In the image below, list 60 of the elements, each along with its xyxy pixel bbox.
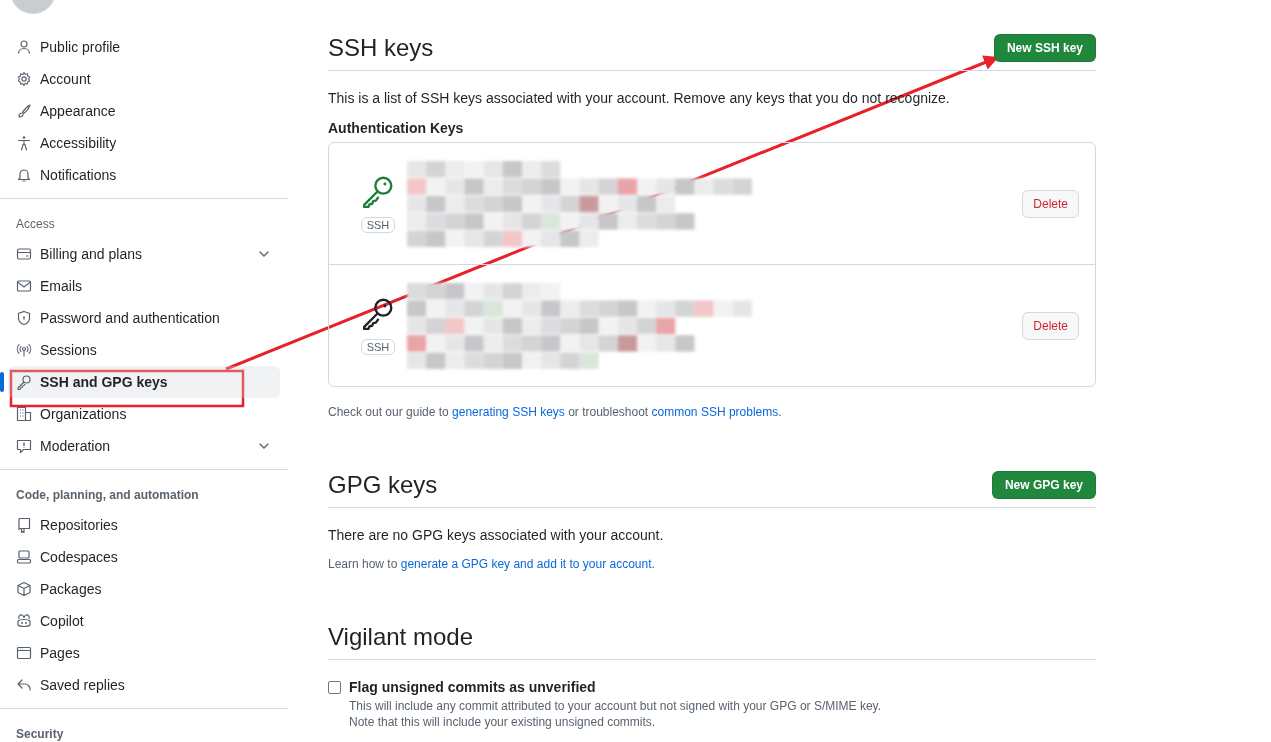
person-icon <box>16 39 32 55</box>
sidebar-item[interactable]: Account <box>8 63 280 95</box>
sidebar-item[interactable]: Password and authentication <box>8 302 280 334</box>
copilot-icon <box>16 613 32 629</box>
section-title: GPG keys <box>328 471 438 499</box>
selection-indicator <box>0 372 4 392</box>
section-title: SSH keys <box>328 34 434 62</box>
shield-icon <box>16 310 32 326</box>
sidebar-item[interactable]: Appearance <box>8 95 280 127</box>
delete-button[interactable]: Delete <box>1022 311 1079 340</box>
checkbox[interactable] <box>328 681 341 694</box>
link[interactable]: generate a GPG key and add it to your account <box>400 557 652 571</box>
reply-icon <box>16 677 32 693</box>
sidebar-item[interactable]: Organizations <box>8 398 280 430</box>
sidebar-item[interactable]: Billing and plans <box>8 238 280 270</box>
sidebar-item[interactable]: Moderation <box>8 430 280 462</box>
section-title: Vigilant mode <box>328 623 473 651</box>
section-heading: Code, planning, and automation <box>15 487 200 504</box>
broadcast-icon <box>16 342 32 358</box>
sidebar-item[interactable]: Emails <box>8 270 280 302</box>
building-icon <box>16 406 32 422</box>
new-ssh-key-button[interactable]: New SSH key <box>993 34 1096 62</box>
note-text: Note that this will include your existing unsigned commits. <box>349 715 657 729</box>
help-text: Check out our guide to generating SSH keys or troubleshoot common SSH problems. <box>328 405 783 419</box>
report-icon <box>16 438 32 454</box>
sidebar-item[interactable]: Notifications <box>8 159 280 191</box>
mail-icon <box>16 278 32 294</box>
link[interactable]: generating SSH keys <box>452 405 565 419</box>
empty-text: There are no GPG keys associated with your account. <box>328 527 665 543</box>
repo-icon <box>16 517 32 533</box>
package-icon <box>16 581 32 597</box>
key-type-label: SSH <box>360 339 396 355</box>
sidebar-item[interactable]: Saved replies <box>8 669 280 701</box>
checkbox-label: Flag unsigned commits as unverified <box>349 679 597 695</box>
key-type-label: SSH <box>360 217 396 233</box>
sidebar-item[interactable]: Public profile <box>8 31 280 63</box>
accessibility-icon <box>16 135 32 151</box>
help-text: Learn how to generate a GPG key and add it to your account. <box>328 557 656 571</box>
sidebar-item[interactable]: Accessibility <box>8 127 280 159</box>
key-icon <box>16 374 32 390</box>
sidebar-item[interactable]: Packages <box>8 573 280 605</box>
sidebar-item[interactable]: Sessions <box>8 334 280 366</box>
credit-card-icon <box>16 246 32 262</box>
paintbrush-icon <box>16 103 32 119</box>
sidebar-item[interactable]: Pages <box>8 637 280 669</box>
note-text: This will include any commit attributed to your account but not signed with your GPG or S/MIME key. <box>349 699 881 713</box>
section-heading: Security <box>15 726 65 742</box>
laptop-icon <box>16 549 32 565</box>
subheading: Authentication Keys <box>328 120 465 136</box>
sidebar-item[interactable]: Copilot <box>8 605 280 637</box>
sidebar-item[interactable]: Repositories <box>8 509 280 541</box>
new-gpg-key-button[interactable]: New GPG key <box>991 471 1096 499</box>
gear-icon <box>16 71 32 87</box>
delete-button[interactable]: Delete <box>1022 189 1079 218</box>
browser-icon <box>16 645 32 661</box>
sidebar-item[interactable]: Codespaces <box>8 541 280 573</box>
key-icon <box>361 296 395 330</box>
section-heading: Access <box>15 216 56 233</box>
bell-icon <box>16 167 32 183</box>
key-icon <box>361 174 395 208</box>
